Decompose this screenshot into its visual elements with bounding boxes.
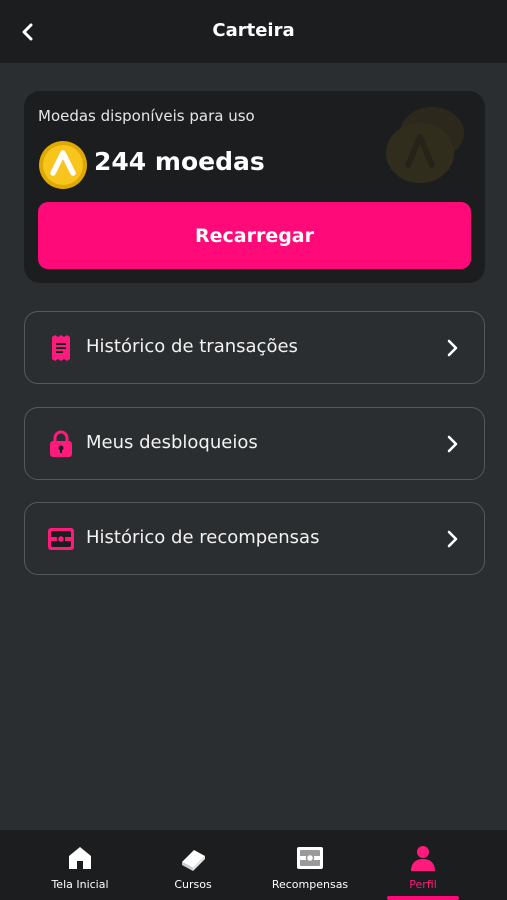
menu-item-label: Meus desbloqueios xyxy=(86,432,258,453)
active-tab-indicator xyxy=(387,896,459,900)
reward-chest-icon xyxy=(47,525,75,553)
nav-item-label: Recompensas xyxy=(271,878,349,891)
bottom-nav: Tela Inicial Cursos Recompensas Perfil xyxy=(0,830,507,900)
nav-item-home[interactable]: Tela Inicial xyxy=(38,830,122,900)
menu-item-label: Histórico de recompensas xyxy=(86,527,320,548)
home-icon xyxy=(69,847,91,869)
coin-stack-icon xyxy=(386,107,464,183)
wallet-card: Moedas disponíveis para uso 244 moedas R… xyxy=(24,91,485,283)
menu-item-label: Histórico de transações xyxy=(86,336,298,357)
wallet-screen: Carteira Moedas disponíveis para uso 244… xyxy=(0,0,507,900)
chevron-right-icon xyxy=(447,530,458,548)
lock-icon xyxy=(47,430,75,458)
nav-item-profile[interactable]: Perfil xyxy=(387,830,459,900)
chest-icon xyxy=(297,847,323,869)
menu-item-transaction-history[interactable]: Histórico de transações xyxy=(24,311,485,384)
chevron-right-icon xyxy=(447,435,458,453)
nav-item-label: Tela Inicial xyxy=(51,878,109,891)
page-title: Carteira xyxy=(212,20,295,41)
coin-icon xyxy=(39,141,87,189)
nav-item-rewards[interactable]: Recompensas xyxy=(266,830,354,900)
receipt-icon xyxy=(47,334,75,362)
wallet-label: Moedas disponíveis para uso xyxy=(38,107,255,125)
header-bar: Carteira xyxy=(0,0,507,63)
menu-item-my-unlocks[interactable]: Meus desbloqueios xyxy=(24,407,485,480)
menu-item-reward-history[interactable]: Histórico de recompensas xyxy=(24,502,485,575)
nav-item-label: Perfil xyxy=(409,878,437,891)
book-icon xyxy=(182,850,205,871)
recharge-button[interactable]: Recarregar xyxy=(38,202,471,269)
chevron-right-icon xyxy=(447,339,458,357)
coin-balance: 244 moedas xyxy=(94,147,265,176)
nav-item-label: Cursos xyxy=(174,878,212,891)
nav-item-courses[interactable]: Cursos xyxy=(152,830,234,900)
profile-icon xyxy=(411,846,435,871)
